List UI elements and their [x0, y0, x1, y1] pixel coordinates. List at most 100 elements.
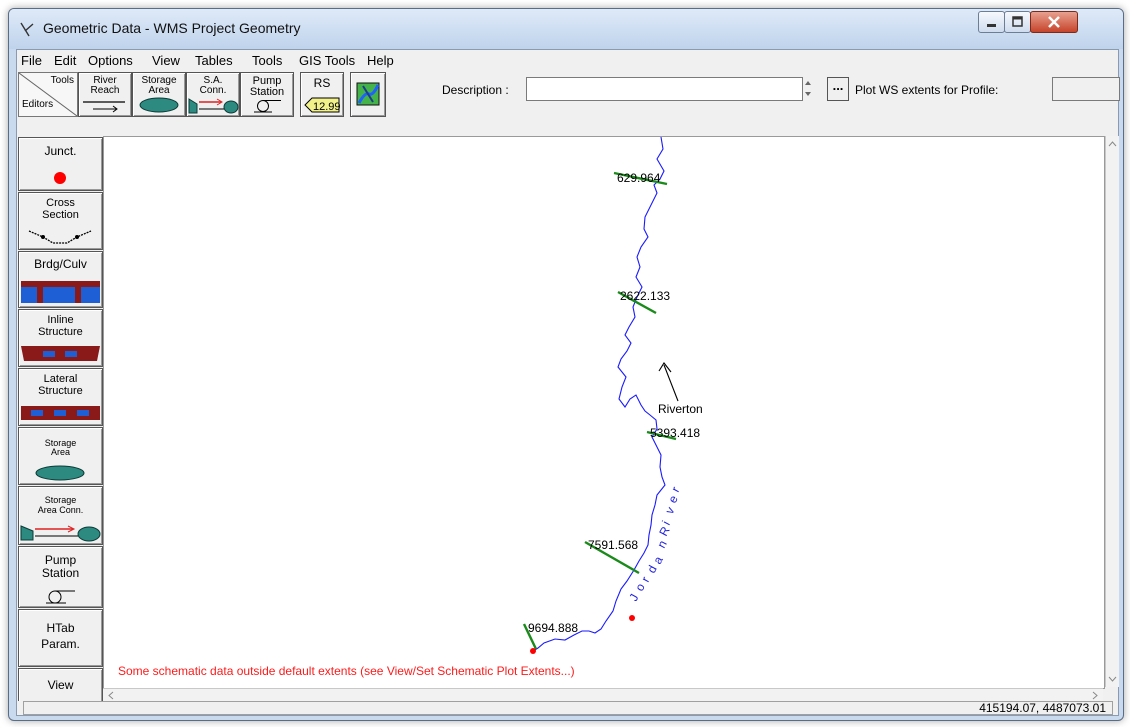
- sa-conn-label-2: Conn.: [199, 85, 227, 96]
- arrow-right-icon: [83, 101, 125, 113]
- scroll-up-icon[interactable]: [1106, 136, 1119, 152]
- client-area: File Edit Options View Tables Tools GIS …: [16, 49, 1120, 716]
- htab-param-label-1: HTab: [46, 621, 75, 635]
- cross-section-label[interactable]: 629.964: [617, 171, 661, 185]
- editors-label: Editors: [22, 99, 54, 110]
- lateral-structure-label-1: Lateral: [43, 373, 78, 385]
- bridge-culvert-button[interactable]: Brdg/Culv: [18, 251, 103, 308]
- river-name-char: r: [668, 484, 682, 494]
- junction-label[interactable]: Riverton: [658, 402, 703, 416]
- cross-section-label-2: Section: [42, 209, 79, 221]
- river-reach-button[interactable]: River Reach: [78, 72, 132, 117]
- menu-gis-tools[interactable]: GIS Tools: [299, 53, 355, 68]
- description-field[interactable]: [526, 77, 803, 101]
- close-icon: [1048, 16, 1060, 28]
- status-bar: 415194.07, 4487073.01: [17, 701, 1118, 715]
- cross-section-label-1: Cross: [46, 197, 75, 209]
- junction-button[interactable]: Junct.: [18, 137, 103, 191]
- view-label: View: [47, 678, 74, 692]
- pump-icon: [46, 590, 75, 604]
- pump-station-label-2: Station: [249, 86, 285, 98]
- app-icon: [20, 22, 34, 37]
- window-title: Geometric Data - WMS Project Geometry: [43, 20, 301, 36]
- editors-sidebar: Junct. Cross Section Brdg/Culv Inline St…: [17, 136, 103, 710]
- cross-section-label[interactable]: 2622.133: [620, 289, 670, 303]
- river-name-char: n: [654, 538, 670, 550]
- scroll-down-icon[interactable]: [1106, 671, 1119, 687]
- rs-tag-icon: 12.99: [304, 97, 341, 113]
- title-bar[interactable]: Geometric Data - WMS Project Geometry: [9, 9, 1123, 49]
- junction-icon: [54, 172, 66, 184]
- maximize-icon: [1012, 16, 1023, 27]
- pump-station-label-1: Pump: [252, 75, 282, 87]
- cross-section-label[interactable]: 9694.888: [528, 621, 578, 635]
- vertical-scrollbar[interactable]: [1105, 136, 1119, 687]
- junction-point[interactable]: [530, 648, 536, 654]
- storage-area-editor-button[interactable]: Storage Area: [18, 427, 103, 485]
- menu-file[interactable]: File: [21, 53, 42, 68]
- river-name-char: a: [650, 554, 666, 567]
- river-name-char: d: [644, 563, 660, 575]
- inline-structure-button[interactable]: Inline Structure: [18, 309, 103, 367]
- menu-options[interactable]: Options: [88, 53, 133, 68]
- menu-tables[interactable]: Tables: [195, 53, 233, 68]
- coordinate-panel: 415194.07, 4487073.01: [23, 701, 1113, 715]
- minimize-icon: [987, 24, 996, 27]
- sa-conn-button[interactable]: S.A. Conn.: [186, 72, 240, 117]
- cursor-coordinates: 415194.07, 4487073.01: [979, 701, 1106, 715]
- minimize-button[interactable]: [978, 11, 1005, 33]
- river-name-char: J: [626, 592, 641, 604]
- storage-area-label-2: Area: [148, 85, 170, 96]
- pump-station-button[interactable]: Pump Station: [240, 72, 294, 117]
- menu-view[interactable]: View: [152, 53, 180, 68]
- menu-bar: File Edit Options View Tables Tools GIS …: [17, 50, 1118, 70]
- close-button[interactable]: [1030, 11, 1078, 33]
- schematic-plot[interactable]: 629.9642622.1335393.4187591.5689694.888 …: [104, 137, 1104, 688]
- cross-section-button[interactable]: Cross Section: [18, 192, 103, 250]
- rs-tag-value: 12.99: [313, 101, 341, 113]
- pump-station-editor-label-1: Pump: [44, 553, 77, 567]
- storage-connection-icon: [188, 98, 239, 114]
- cross-section-label[interactable]: 5393.418: [650, 426, 700, 440]
- plot-ws-extents-label: Plot WS extents for Profile:: [855, 83, 999, 97]
- lateral-structure-button[interactable]: Lateral Structure: [18, 368, 103, 426]
- description-browse-button[interactable]: ...: [827, 77, 849, 101]
- gis-map-button[interactable]: [350, 72, 386, 117]
- pump-station-editor-label-2: Station: [41, 566, 80, 580]
- menu-edit[interactable]: Edit: [54, 53, 76, 68]
- river-reach-line[interactable]: [532, 137, 666, 652]
- profile-select[interactable]: [1052, 77, 1120, 101]
- rs-label: RS: [313, 76, 331, 90]
- horizontal-scrollbar[interactable]: [103, 688, 1103, 702]
- map-icon: [356, 82, 380, 106]
- htab-param-button[interactable]: HTab Param.: [18, 609, 103, 667]
- inline-structure-icon: [21, 346, 100, 361]
- lateral-structure-icon: [21, 406, 100, 420]
- storage-area-icon: [35, 465, 85, 481]
- storage-area-button[interactable]: Storage Area: [132, 72, 186, 117]
- storage-area-conn-button[interactable]: Storage Area Conn.: [18, 486, 103, 545]
- rs-button[interactable]: RS 12.99: [300, 72, 344, 117]
- river-name-char: v: [662, 505, 677, 517]
- extents-warning-message: Some schematic data outside default exte…: [118, 664, 575, 678]
- bridge-icon: [21, 281, 100, 303]
- description-spinner-icon[interactable]: [803, 78, 813, 100]
- pump-icon: [254, 100, 281, 113]
- menu-tools[interactable]: Tools: [252, 53, 282, 68]
- bridge-culvert-label: Brdg/Culv: [34, 257, 87, 271]
- maximize-button[interactable]: [1004, 11, 1031, 33]
- junction-point[interactable]: [629, 615, 635, 621]
- inline-structure-label-1: Inline: [47, 314, 74, 326]
- storage-connection-icon: [20, 525, 101, 542]
- inline-structure-label-2: Structure: [38, 326, 83, 338]
- river-reach-label-2: Reach: [90, 85, 120, 96]
- schematic-canvas[interactable]: 629.964 2622.133 5393.418 7591.568 9694.888 …: [103, 136, 1105, 689]
- pump-station-editor-button[interactable]: Pump Station: [18, 546, 103, 608]
- storage-area-conn-label-1: Storage: [44, 495, 77, 505]
- storage-area-icon: [139, 97, 179, 113]
- cross-section-label[interactable]: 7591.568: [588, 538, 638, 552]
- menu-help[interactable]: Help: [367, 53, 394, 68]
- storage-area-editor-label-2: Area: [50, 447, 70, 457]
- description-label: Description :: [442, 83, 509, 97]
- junction-label-group: Riverton: [658, 362, 703, 416]
